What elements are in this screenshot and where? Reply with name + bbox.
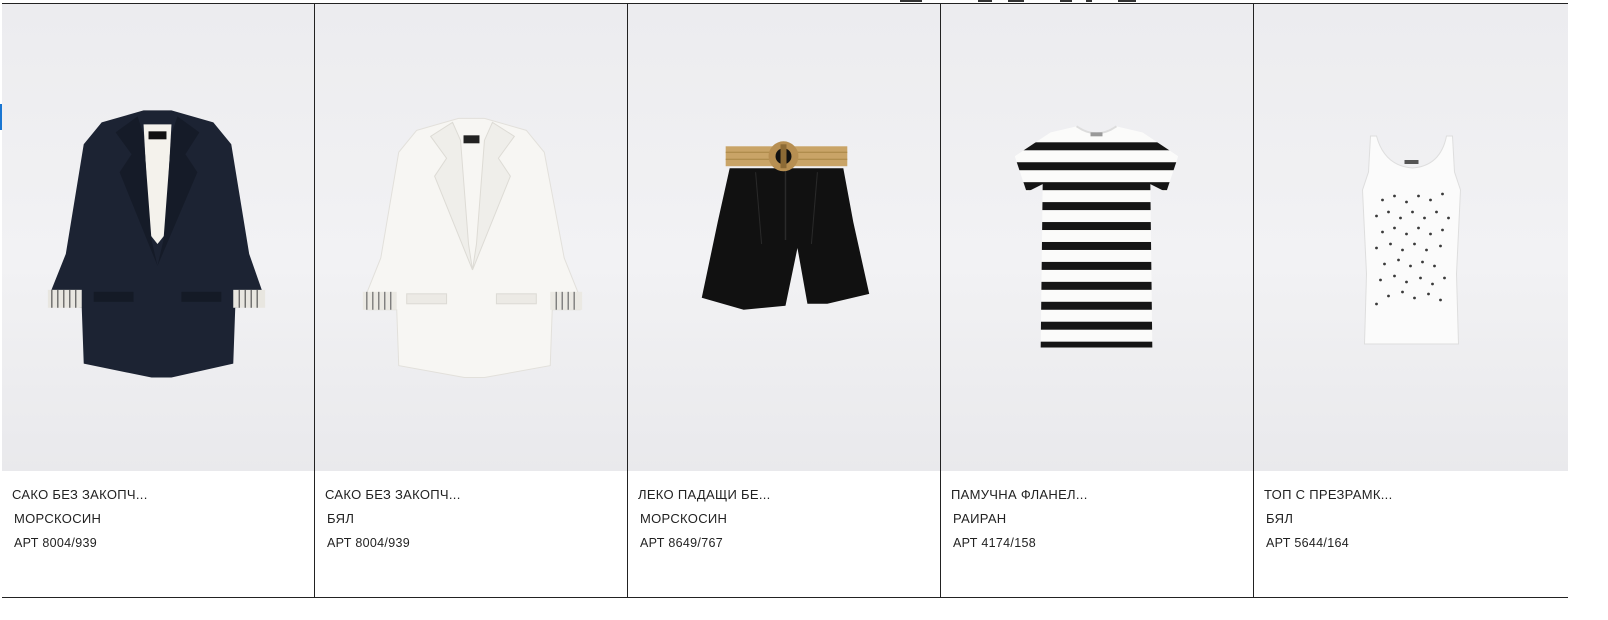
product-card[interactable]: ПАМУЧНА ФЛАНЕЛ... РАИРАН АРТ 4174/158 (941, 4, 1254, 597)
product-name[interactable]: САКО БЕЗ ЗАКОПЧ... (325, 483, 617, 507)
product-color: БЯЛ (1266, 511, 1294, 526)
product-info: ЛЕКО ПАДАЩИ БЕ... МОРСКОСИН АРТ 8649/767 (628, 471, 940, 555)
navy-blazer-image[interactable] (2, 4, 314, 471)
product-color: РАИРАН (953, 511, 1007, 526)
product-card[interactable]: ТОП С ПРЕЗРАМК... БЯЛ АРТ 5644/164 (1254, 4, 1568, 597)
product-reference: АРТ 8004/939 (327, 536, 410, 550)
product-grid: САКО БЕЗ ЗАКОПЧ... МОРСКОСИН АРТ 8004/93… (2, 3, 1568, 598)
black-shorts-image[interactable] (628, 4, 940, 471)
product-color: БЯЛ (327, 511, 355, 526)
white-blazer-image[interactable] (315, 4, 627, 471)
product-reference: АРТ 5644/164 (1266, 536, 1349, 550)
product-info: САКО БЕЗ ЗАКОПЧ... БЯЛ АРТ 8004/939 (315, 471, 627, 555)
product-name[interactable]: ЛЕКО ПАДАЩИ БЕ... (638, 483, 930, 507)
striped-tshirt-image[interactable] (941, 4, 1253, 471)
product-reference: АРТ 8004/939 (14, 536, 97, 550)
product-card[interactable]: САКО БЕЗ ЗАКОПЧ... БЯЛ АРТ 8004/939 (315, 4, 628, 597)
navy-blazer-icon (47, 110, 266, 378)
product-name[interactable]: САКО БЕЗ ЗАКОПЧ... (12, 483, 304, 507)
white-tank-top-icon (1361, 135, 1462, 345)
product-card[interactable]: ЛЕКО ПАДАЩИ БЕ... МОРСКОСИН АРТ 8649/767 (628, 4, 941, 597)
product-color: МОРСКОСИН (14, 511, 102, 526)
product-reference: АРТ 8649/767 (640, 536, 723, 550)
product-name[interactable]: ТОП С ПРЕЗРАМК... (1264, 483, 1558, 507)
product-card[interactable]: САКО БЕЗ ЗАКОПЧ... МОРСКОСИН АРТ 8004/93… (2, 4, 315, 597)
product-info: ТОП С ПРЕЗРАМК... БЯЛ АРТ 5644/164 (1254, 471, 1568, 555)
product-reference: АРТ 4174/158 (953, 536, 1036, 550)
product-info: САКО БЕЗ ЗАКОПЧ... МОРСКОСИН АРТ 8004/93… (2, 471, 314, 555)
black-shorts-icon (701, 141, 870, 310)
product-info: ПАМУЧНА ФЛАНЕЛ... РАИРАН АРТ 4174/158 (941, 471, 1253, 555)
striped-tshirt-icon (1014, 125, 1179, 348)
product-grid-page: САКО БЕЗ ЗАКОПЧ... МОРСКОСИН АРТ 8004/93… (0, 0, 1608, 620)
white-tank-top-image[interactable] (1254, 4, 1568, 471)
product-color: МОРСКОСИН (640, 511, 728, 526)
white-blazer-icon (362, 117, 583, 379)
product-name[interactable]: ПАМУЧНА ФЛАНЕЛ... (951, 483, 1243, 507)
